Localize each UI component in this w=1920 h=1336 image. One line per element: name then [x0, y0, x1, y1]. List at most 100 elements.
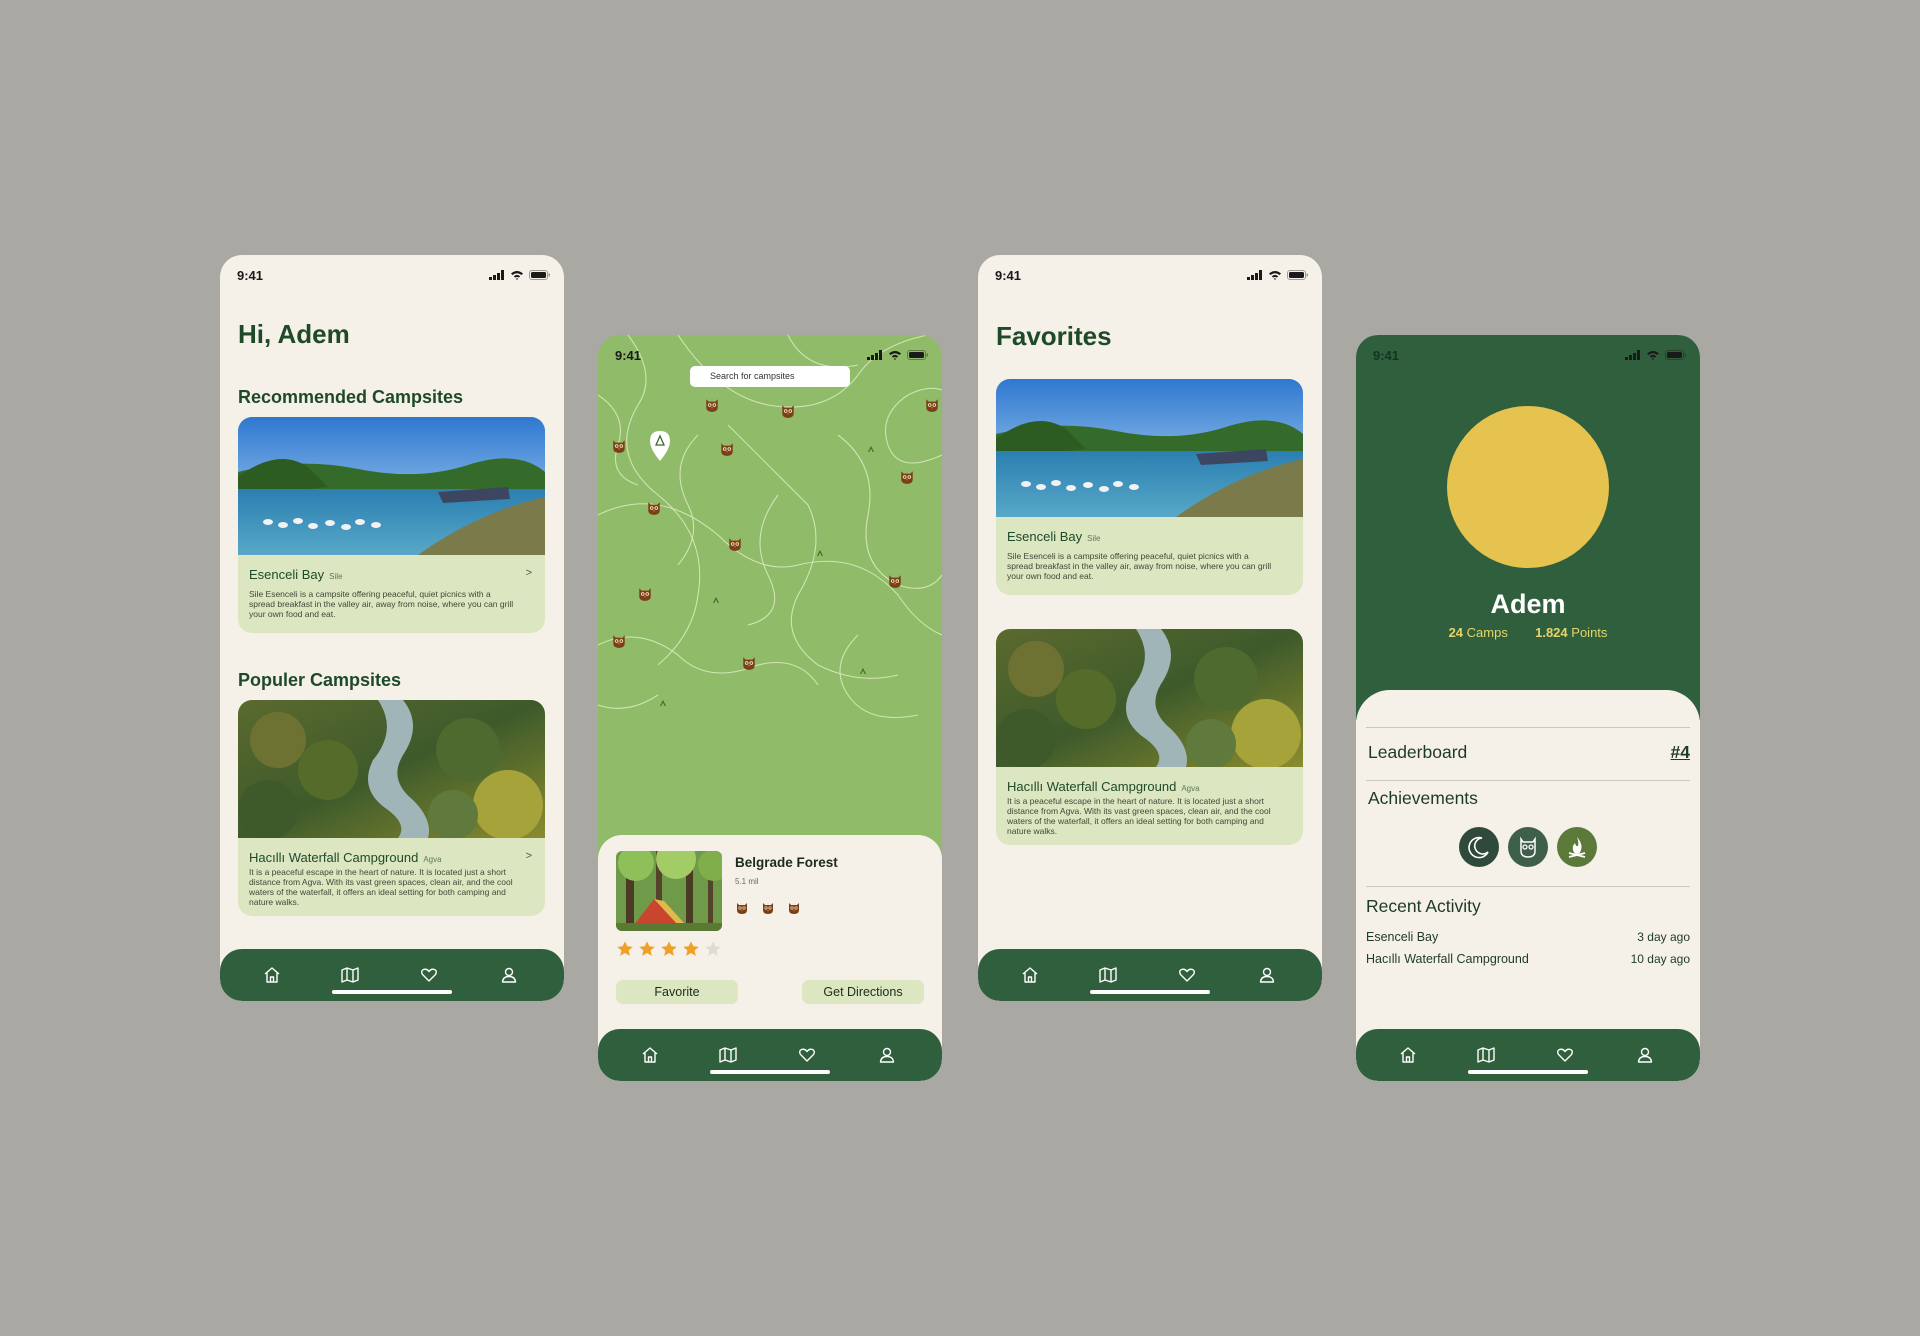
recommended-campsite-card[interactable]: Esenceli Bay Sile > Sile Esenceli is a ca…	[238, 417, 545, 633]
recent-activity-label: Recent Activity	[1366, 896, 1481, 916]
map-icon[interactable]	[1476, 1045, 1496, 1065]
campsite-description: It is a peaceful escape in the heart of …	[1007, 796, 1271, 836]
recent-activity-name[interactable]: Esenceli Bay	[1366, 930, 1438, 944]
campsite-photo	[238, 700, 545, 838]
campsite-marker-icon[interactable]	[924, 397, 940, 413]
status-time: 9:41	[237, 268, 264, 283]
campsite-marker-icon[interactable]	[741, 655, 757, 671]
recent-activity-time: 3 day ago	[1637, 930, 1690, 944]
campsite-photo	[996, 629, 1303, 767]
campsite-marker-icon[interactable]	[637, 586, 653, 602]
home-icon[interactable]	[262, 965, 282, 985]
star-icon	[661, 941, 677, 956]
campsite-marker-icon[interactable]	[704, 397, 720, 413]
campsite-marker-icon[interactable]	[727, 536, 743, 552]
popular-section-title: Populer Campsites	[238, 670, 402, 690]
profile-stats: 24 Camps 1.824 Points	[1356, 625, 1700, 640]
map-icon[interactable]	[718, 1045, 738, 1065]
search-input[interactable]: Search for campsites	[690, 366, 850, 387]
campsite-marker-icon[interactable]	[780, 403, 796, 419]
status-time: 9:41	[1373, 348, 1400, 363]
battery-icon	[529, 270, 551, 280]
favorites-screen: 9:41 Favorites Esenceli Bay Sile Sile Ese…	[978, 255, 1322, 1001]
home-icon[interactable]	[1398, 1045, 1418, 1065]
camps-label: Camps	[1466, 625, 1508, 640]
status-bar: 9:41	[220, 255, 564, 299]
home-screen: 9:41 Hi, Adem Recommended Campsites Esen…	[220, 255, 564, 1001]
moon-icon[interactable]	[1459, 827, 1499, 867]
signal-icon	[1247, 270, 1263, 280]
home-indicator	[1468, 1070, 1588, 1074]
map-icon[interactable]	[340, 965, 360, 985]
rating-stars	[616, 940, 722, 958]
favorite-campsite-card[interactable]: Esenceli Bay Sile Sile Esenceli is a camp…	[996, 379, 1303, 595]
owl-badge-icon	[735, 901, 749, 915]
star-icon	[617, 941, 633, 956]
map-icon[interactable]	[1098, 965, 1118, 985]
profile-icon[interactable]	[877, 1045, 897, 1065]
recommended-section-title: Recommended Campsites	[238, 387, 464, 407]
profile-body: Leaderboard #4 Achievements Recent Activ…	[1356, 690, 1700, 1081]
place-photo	[616, 851, 722, 931]
avatar[interactable]	[1447, 406, 1609, 568]
chevron-right-icon[interactable]: >	[526, 567, 532, 579]
campsite-marker-icon[interactable]	[719, 441, 735, 457]
heart-icon[interactable]	[419, 965, 439, 985]
campfire-icon[interactable]	[1557, 827, 1597, 867]
recent-activity-time: 10 day ago	[1630, 952, 1690, 966]
profile-icon[interactable]	[1257, 965, 1277, 985]
home-indicator	[1090, 990, 1210, 994]
campsite-name: Hacıllı Waterfall Campground	[1007, 779, 1177, 794]
campsite-marker-icon[interactable]	[611, 633, 627, 649]
campsite-photo	[996, 379, 1303, 517]
signal-icon	[489, 270, 505, 280]
owl-badge-icon	[787, 901, 801, 915]
place-name: Belgrade Forest	[735, 855, 838, 870]
campsite-name: Hacıllı Waterfall Campground	[249, 850, 419, 865]
campsite-marker-icon[interactable]	[899, 469, 915, 485]
owl-icon[interactable]	[1508, 827, 1548, 867]
bottom-nav	[978, 949, 1322, 1001]
get-directions-button[interactable]: Get Directions	[802, 980, 924, 1004]
status-bar: 9:41	[978, 255, 1322, 299]
profile-icon[interactable]	[499, 965, 519, 985]
leaderboard-rank[interactable]: #4	[1671, 742, 1690, 763]
profile-header: 9:41 Adem 24 Camps 1.824 Points	[1356, 335, 1700, 720]
chevron-right-icon[interactable]: >	[526, 850, 532, 862]
wifi-icon	[888, 350, 902, 360]
campsite-marker-icon[interactable]	[887, 573, 903, 589]
profile-icon[interactable]	[1635, 1045, 1655, 1065]
campsite-location: Agva	[423, 855, 442, 864]
battery-icon	[1287, 270, 1309, 280]
campsite-name: Esenceli Bay	[1007, 529, 1083, 544]
status-bar: 9:41	[1356, 335, 1700, 379]
home-icon[interactable]	[1020, 965, 1040, 985]
heart-icon[interactable]	[1177, 965, 1197, 985]
battery-icon	[1665, 350, 1687, 360]
campsite-marker-icon[interactable]	[611, 438, 627, 454]
campsite-description: Sile Esenceli is a campsite offering pea…	[249, 589, 514, 619]
home-indicator	[332, 990, 452, 994]
campsite-marker-icon[interactable]	[646, 500, 662, 516]
camps-count: 24	[1448, 625, 1464, 640]
divider	[1366, 780, 1690, 781]
favorite-campsite-card[interactable]: Hacıllı Waterfall Campground Agva It is a…	[996, 629, 1303, 845]
wifi-icon	[1268, 270, 1282, 280]
page-title: Favorites	[996, 321, 1112, 351]
heart-icon[interactable]	[797, 1045, 817, 1065]
heart-icon[interactable]	[1555, 1045, 1575, 1065]
battery-icon	[907, 350, 929, 360]
map-screen: 9:41 Search for campsites Belgrade Fores…	[598, 335, 942, 1081]
favorite-button[interactable]: Favorite	[616, 980, 738, 1004]
points-count: 1.824	[1535, 625, 1568, 640]
home-icon[interactable]	[640, 1045, 660, 1065]
recent-activity-name[interactable]: Hacıllı Waterfall Campground	[1366, 952, 1529, 966]
divider	[1366, 727, 1690, 728]
popular-campsite-card[interactable]: Hacıllı Waterfall Campground Agva > It is…	[238, 700, 545, 916]
leaderboard-label[interactable]: Leaderboard	[1368, 742, 1467, 763]
signal-icon	[1625, 350, 1641, 360]
campsite-location: Sile	[1087, 534, 1101, 543]
greeting-title: Hi, Adem	[238, 319, 350, 349]
achievements-label: Achievements	[1368, 788, 1478, 808]
user-location-pin-icon	[650, 431, 670, 461]
